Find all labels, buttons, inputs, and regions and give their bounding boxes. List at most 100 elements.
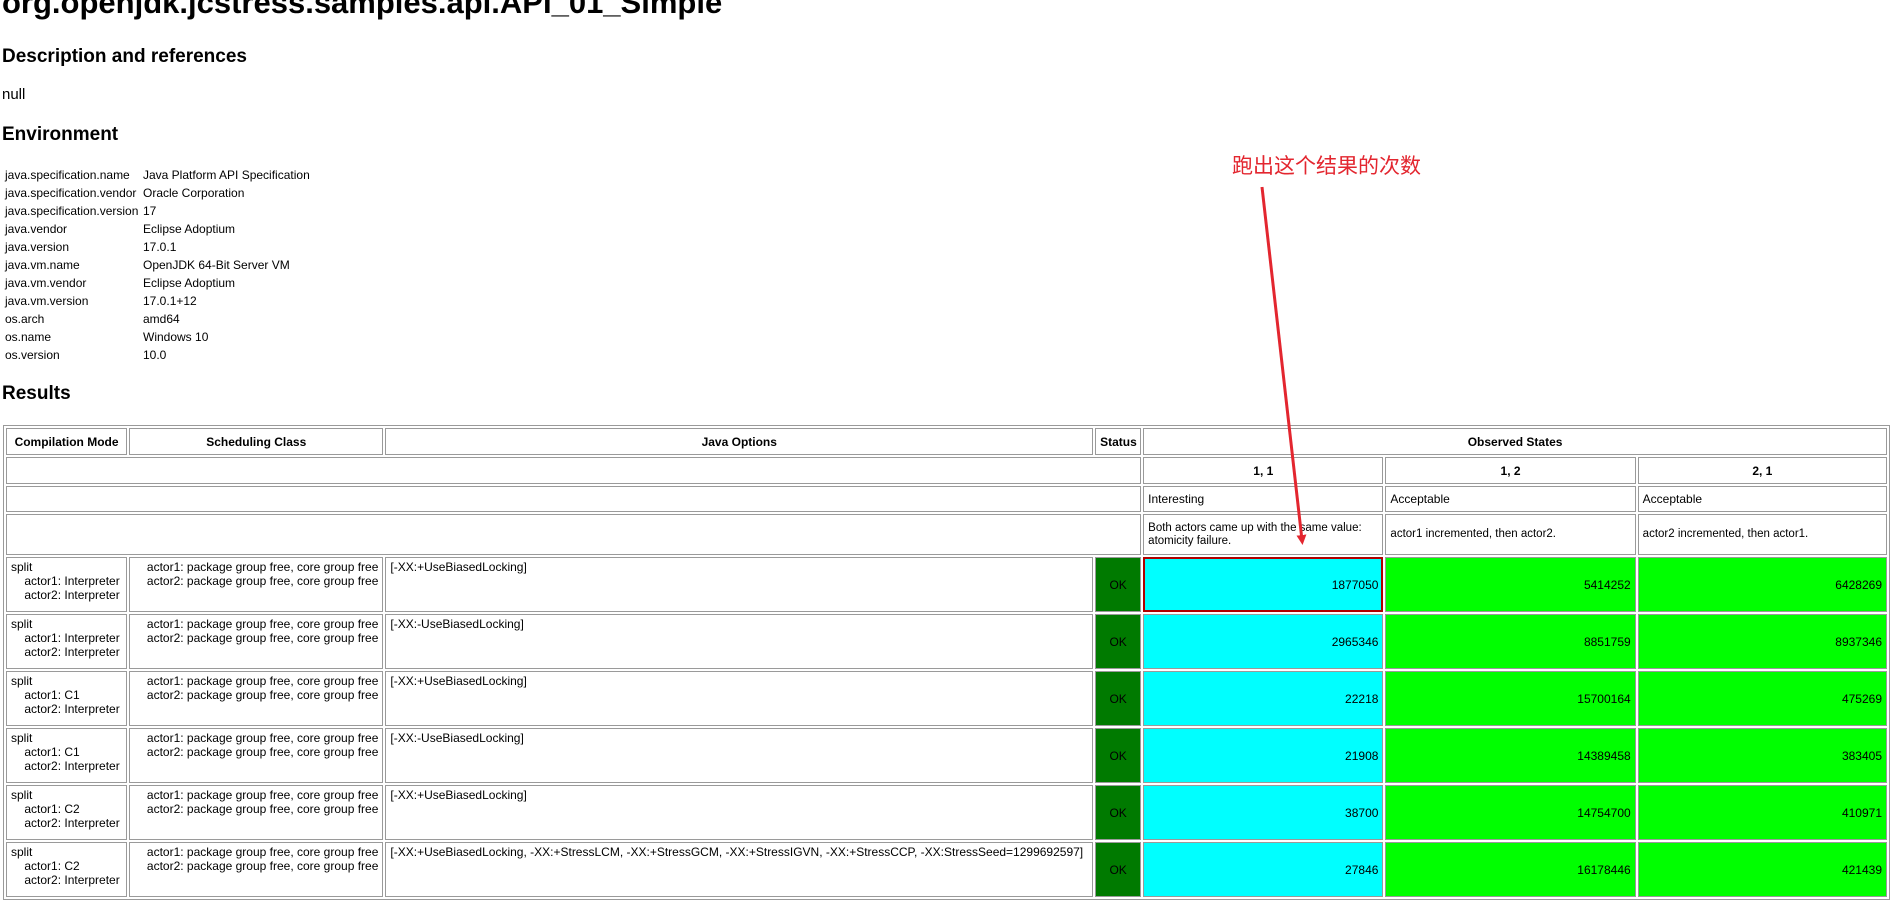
compilation-mode-cell: split actor1: Interpreter actor2: Interp… <box>6 614 128 669</box>
results-heading: Results <box>2 383 71 404</box>
observed-count-cell: 2965346 <box>1143 614 1384 669</box>
compilation-mode-cell: split actor1: C2 actor2: Interpreter <box>6 785 128 840</box>
environment-table: java.specification.name Java Platform API… <box>4 166 313 364</box>
observed-count-cell: 421439 <box>1637 842 1887 897</box>
observed-count-cell: 5414252 <box>1385 557 1636 612</box>
env-value: Eclipse Adoptium <box>143 276 236 290</box>
scheduling-class-cell: actor1: package group free, core group f… <box>129 728 384 783</box>
env-row: java.version 17.0.1 <box>4 238 313 256</box>
env-key: java.vm.name <box>5 258 80 272</box>
state-expect-1-2: Acceptable <box>1385 486 1636 512</box>
env-key: java.version <box>5 240 70 254</box>
environment-heading: Environment <box>2 124 119 145</box>
env-key: os.version <box>5 348 60 362</box>
status-badge: OK <box>1095 785 1142 840</box>
observed-count-cell: 1877050 <box>1143 557 1384 612</box>
observed-count-cell: 14389458 <box>1385 728 1636 783</box>
result-row: split actor1: C1 actor2: Interpreter acto… <box>6 671 1887 726</box>
status-badge: OK <box>1095 842 1142 897</box>
scheduling-class-cell: actor1: package group free, core group f… <box>129 785 384 840</box>
env-row: java.specification.version 17 <box>4 202 313 220</box>
env-row: java.vendor Eclipse Adoptium <box>4 220 313 238</box>
java-options-cell: [-XX:-UseBiasedLocking] <box>385 614 1094 669</box>
results-table: Compilation Mode Scheduling Class Java O… <box>3 425 1890 900</box>
observed-count-cell: 15700164 <box>1385 671 1636 726</box>
env-row: java.vm.version 17.0.1+12 <box>4 292 313 310</box>
state-desc-2-1: actor2 incremented, then actor1. <box>1637 514 1887 555</box>
env-row: os.arch amd64 <box>4 310 313 328</box>
env-key: java.specification.vendor <box>5 186 137 200</box>
env-key: java.specification.name <box>5 168 130 182</box>
env-value: Java Platform API Specification <box>143 168 310 182</box>
result-row: split actor1: Interpreter actor2: Interp… <box>6 614 1887 669</box>
observed-count-cell: 383405 <box>1637 728 1887 783</box>
state-expect-2-1: Acceptable <box>1637 486 1887 512</box>
result-row: split actor1: Interpreter actor2: Interp… <box>6 557 1887 612</box>
observed-count-cell: 22218 <box>1143 671 1384 726</box>
status-badge: OK <box>1095 671 1142 726</box>
spacer-cell <box>6 514 1142 555</box>
status-badge: OK <box>1095 557 1142 612</box>
env-value: OpenJDK 64-Bit Server VM <box>143 258 290 272</box>
scheduling-class-cell: actor1: package group free, core group f… <box>129 842 384 897</box>
scheduling-class-cell: actor1: package group free, core group f… <box>129 671 384 726</box>
state-label-1-2: 1, 2 <box>1385 457 1636 484</box>
description-heading: Description and references <box>2 46 247 67</box>
scheduling-class-cell: actor1: package group free, core group f… <box>129 557 384 612</box>
page-title: org.openjdk.jcstress.samples.api.API_01_… <box>2 0 723 20</box>
header-compilation-mode: Compilation Mode <box>6 428 128 455</box>
env-row: os.name Windows 10 <box>4 328 313 346</box>
annotation-label: 跑出这个结果的次数 <box>1232 154 1421 178</box>
scheduling-class-cell: actor1: package group free, core group f… <box>129 614 384 669</box>
java-options-cell: [-XX:+UseBiasedLocking] <box>385 557 1094 612</box>
env-value: 17.0.1+12 <box>143 294 197 308</box>
header-scheduling-class: Scheduling Class <box>129 428 384 455</box>
state-desc-1-2: actor1 incremented, then actor2. <box>1385 514 1636 555</box>
compilation-mode-cell: split actor1: Interpreter actor2: Interp… <box>6 557 128 612</box>
env-value: 17 <box>143 204 157 218</box>
state-desc-1-1: Both actors came up with the same value:… <box>1143 514 1384 555</box>
java-options-cell: [-XX:-UseBiasedLocking] <box>385 728 1094 783</box>
java-options-cell: [-XX:+UseBiasedLocking] <box>385 785 1094 840</box>
header-java-options: Java Options <box>385 428 1094 455</box>
env-row: java.specification.vendor Oracle Corporat… <box>4 184 313 202</box>
status-badge: OK <box>1095 614 1142 669</box>
header-status: Status <box>1095 428 1142 455</box>
compilation-mode-cell: split actor1: C2 actor2: Interpreter <box>6 842 128 897</box>
java-options-cell: [-XX:+UseBiasedLocking] <box>385 671 1094 726</box>
env-row: java.vm.vendor Eclipse Adoptium <box>4 274 313 292</box>
env-key: java.specification.version <box>5 204 139 218</box>
observed-count-cell: 38700 <box>1143 785 1384 840</box>
state-label-1-1: 1, 1 <box>1143 457 1384 484</box>
spacer-cell <box>6 486 1142 512</box>
observed-count-cell: 21908 <box>1143 728 1384 783</box>
observed-count-cell: 27846 <box>1143 842 1384 897</box>
report-page: org.openjdk.jcstress.samples.api.API_01_… <box>0 0 1900 900</box>
env-value: amd64 <box>143 312 180 326</box>
observed-count-cell: 14754700 <box>1385 785 1636 840</box>
observed-count-cell: 8851759 <box>1385 614 1636 669</box>
state-expect-1-1: Interesting <box>1143 486 1384 512</box>
state-label-2-1: 2, 1 <box>1637 457 1887 484</box>
env-key: os.arch <box>5 312 45 326</box>
env-key: java.vendor <box>5 222 68 236</box>
env-value: 10.0 <box>143 348 167 362</box>
description-value: null <box>2 86 26 103</box>
env-row: java.vm.name OpenJDK 64-Bit Server VM <box>4 256 313 274</box>
result-row: split actor1: C2 actor2: Interpreter acto… <box>6 785 1887 840</box>
observed-count-cell: 8937346 <box>1637 614 1887 669</box>
env-value: Windows 10 <box>143 330 209 344</box>
status-badge: OK <box>1095 728 1142 783</box>
env-value: Eclipse Adoptium <box>143 222 236 236</box>
result-row: split actor1: C2 actor2: Interpreter acto… <box>6 842 1887 897</box>
env-key: java.vm.version <box>5 294 89 308</box>
spacer-cell <box>6 457 1142 484</box>
env-row: os.version 10.0 <box>4 346 313 364</box>
env-value: 17.0.1 <box>143 240 177 254</box>
observed-count-cell: 410971 <box>1637 785 1887 840</box>
env-row: java.specification.name Java Platform API… <box>4 166 313 184</box>
env-key: java.vm.vendor <box>5 276 87 290</box>
env-value: Oracle Corporation <box>143 186 245 200</box>
result-row: split actor1: C1 actor2: Interpreter acto… <box>6 728 1887 783</box>
java-options-cell: [-XX:+UseBiasedLocking, -XX:+StressLCM, … <box>385 842 1094 897</box>
